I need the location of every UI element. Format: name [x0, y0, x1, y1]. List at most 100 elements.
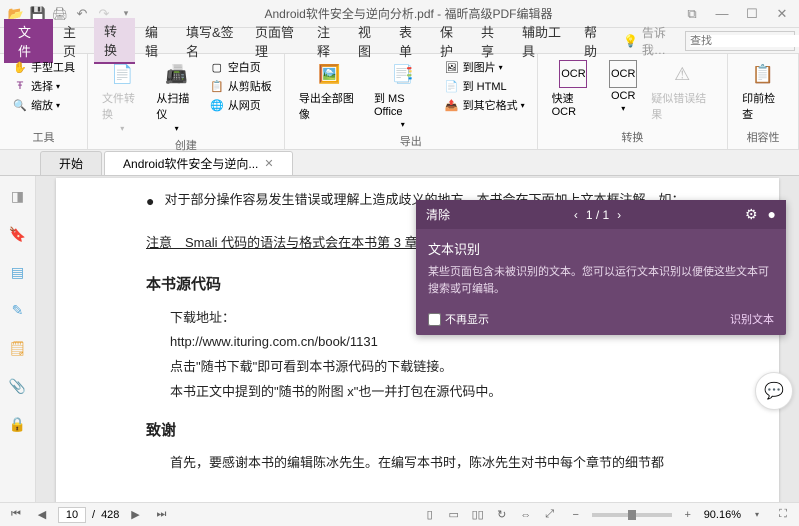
file-convert-icon: 📄 — [108, 60, 136, 88]
close-icon[interactable]: ✕ — [773, 5, 791, 23]
suspect-icon: ⚠ — [668, 60, 696, 88]
ribbon-group-convert: OCR快速OCR OCROCR▾ ⚠疑似错误结果 转换 — [538, 54, 729, 149]
popup-action-link[interactable]: 识别文本 — [730, 311, 774, 327]
group-label-preflight: 相容性 — [736, 127, 790, 145]
ribbon-group-preflight: 📋印前检查 相容性 — [728, 54, 799, 149]
last-page-icon[interactable]: ⏭ — [151, 506, 171, 524]
hand-tool-button[interactable]: ✋手型工具 — [8, 58, 79, 76]
doc-line2: 本书正文中提到的"随书的附图 x"也一并打包在源代码中。 — [146, 380, 719, 405]
popup-dont-show-checkbox[interactable]: 不再显示 — [428, 311, 489, 327]
attachments-icon[interactable]: 📎 — [8, 376, 28, 396]
fit-width-icon[interactable]: ⇔ — [516, 506, 536, 524]
image-icon: 🖼 — [444, 59, 460, 75]
view-mode-icons: ▯ ▭ ▯▯ ↻ ⇔ ⤢ — [420, 506, 560, 524]
to-html-button[interactable]: 📄到 HTML — [440, 77, 529, 95]
suspect-button[interactable]: ⚠疑似错误结果 — [645, 58, 719, 127]
clipboard-icon: 📋 — [209, 78, 225, 94]
from-webpage-button[interactable]: 🌐从网页 — [205, 96, 276, 114]
export-images-icon: 🖼️ — [315, 60, 343, 88]
group-label-export: 导出 — [293, 131, 529, 149]
statusbar: ⏮ ◀ / 428 ▶ ⏭ ▯ ▭ ▯▯ ↻ ⇔ ⤢ − + 90.16% ▾ … — [0, 502, 799, 526]
popup-minimize-icon[interactable]: ● — [768, 206, 776, 223]
chevron-down-icon: ▾ — [56, 101, 60, 110]
thumbnails-icon[interactable]: ▤ — [8, 262, 28, 282]
ms-office-icon: 📑 — [389, 60, 417, 88]
from-clipboard-button[interactable]: 📋从剪贴板 — [205, 77, 276, 95]
popup-prev-icon[interactable]: ‹ — [574, 208, 578, 222]
scanner-icon: 📠 — [163, 60, 191, 88]
next-page-icon[interactable]: ▶ — [125, 506, 145, 524]
group-label-convert: 转换 — [546, 127, 720, 145]
fit-page-icon[interactable]: ⤢ — [540, 506, 560, 524]
ocr-button[interactable]: OCROCR▾ — [603, 58, 643, 127]
search-input[interactable] — [690, 35, 799, 47]
search-box[interactable]: 🔍 — [685, 31, 795, 51]
minimize-icon[interactable]: — — [713, 5, 731, 23]
thanks-text: 首先，要感谢本书的编辑陈冰先生。在编写本书时，陈冰先生对书中每个章节的细节都 — [146, 451, 719, 476]
ribbon-group-export: 🖼️导出全部图像 📑到 MS Office▾ 🖼到图片▾ 📄到 HTML 📤到其… — [285, 54, 538, 149]
popup-clear-button[interactable]: 清除 — [426, 206, 450, 223]
thanks-heading: 致谢 — [146, 417, 719, 446]
preflight-icon: 📋 — [749, 60, 777, 88]
prev-page-icon[interactable]: ◀ — [32, 506, 52, 524]
html-icon: 📄 — [444, 78, 460, 94]
hand-icon: ✋ — [12, 59, 28, 75]
export-all-images-button[interactable]: 🖼️导出全部图像 — [293, 58, 366, 131]
blank-icon: ▢ — [209, 59, 225, 75]
tab-close-icon[interactable]: ✕ — [264, 157, 273, 170]
facing-icon[interactable]: ▯▯ — [468, 506, 488, 524]
zoom-thumb[interactable] — [628, 510, 636, 520]
other-icon: 📤 — [444, 97, 460, 113]
from-scan-button[interactable]: 📠从扫描仪▾ — [150, 58, 202, 135]
maximize-icon[interactable]: ☐ — [743, 5, 761, 23]
popup-title: 文本识别 — [428, 239, 774, 258]
continuous-icon[interactable]: ▭ — [444, 506, 464, 524]
zoom-slider[interactable] — [592, 513, 672, 517]
zoom-dropdown-icon[interactable]: ▾ — [747, 506, 767, 524]
security-icon[interactable]: 🔒 — [8, 414, 28, 434]
assistant-bubble[interactable]: 💬 — [755, 372, 793, 410]
ocr-icon: OCR — [609, 60, 637, 88]
popup-body-text: 某些页面包含未被识别的文本。您可以运行文本识别以便使这些文本可搜索或可编辑。 — [428, 264, 774, 297]
popup-gear-icon[interactable]: ⚙ — [745, 206, 758, 223]
fullscreen-icon[interactable]: ⛶ — [773, 506, 793, 524]
zoom-out-icon[interactable]: − — [566, 506, 586, 524]
reflow-icon[interactable]: ↻ — [492, 506, 512, 524]
fast-ocr-button[interactable]: OCR快速OCR — [546, 58, 602, 127]
to-other-button[interactable]: 📤到其它格式▾ — [440, 96, 529, 114]
ribbon-group-tools: ✋手型工具 Ŧ选择▾ 🔍缩放▾ 工具 — [0, 54, 88, 149]
window-controls: ⧉ — ☐ ✕ — [683, 5, 791, 23]
blank-page-button[interactable]: ▢空白页 — [205, 58, 276, 76]
sidebar-size-icon[interactable]: ◨ — [8, 186, 28, 206]
popup-header: 清除 ‹ 1 / 1 › ⚙ ● — [416, 200, 786, 229]
menubar: 文件 主页 转换 编辑 填写&签名 页面管理 注释 视图 表单 保护 共享 辅助… — [0, 28, 799, 54]
single-page-icon[interactable]: ▯ — [420, 506, 440, 524]
chevron-down-icon: ▾ — [56, 82, 60, 91]
ribbon: ✋手型工具 Ŧ选择▾ 🔍缩放▾ 工具 📄文件转换▾ 📠从扫描仪▾ ▢空白页 📋从… — [0, 54, 799, 150]
dont-show-checkbox[interactable] — [428, 313, 441, 326]
chat-icon: 💬 — [764, 381, 784, 401]
page-total: 428 — [101, 509, 119, 521]
tab-start[interactable]: 开始 — [40, 151, 102, 175]
zoom-tool-button[interactable]: 🔍缩放▾ — [8, 96, 79, 114]
sidebar: ◨ 🔖 ▤ ✎ 🗒 📎 🔒 — [0, 176, 36, 502]
ribbon-toggle-icon[interactable]: ⧉ — [683, 5, 701, 23]
group-label-tools: 工具 — [8, 127, 79, 145]
preflight-button[interactable]: 📋印前检查 — [736, 58, 790, 127]
first-page-icon[interactable]: ⏮ — [6, 506, 26, 524]
zoom-in-icon[interactable]: + — [678, 506, 698, 524]
bookmark-icon[interactable]: 🔖 — [8, 224, 28, 244]
comments-icon[interactable]: 🗒 — [8, 338, 28, 358]
tab-document[interactable]: Android软件安全与逆向...✕ — [104, 151, 293, 175]
ocr-popup: 清除 ‹ 1 / 1 › ⚙ ● 文本识别 某些页面包含未被识别的文本。您可以运… — [416, 200, 786, 335]
page-number-input[interactable] — [58, 507, 86, 523]
tell-me-field[interactable]: 💡告诉我… — [615, 24, 685, 58]
signatures-icon[interactable]: ✎ — [8, 300, 28, 320]
ribbon-group-create: 📄文件转换▾ 📠从扫描仪▾ ▢空白页 📋从剪贴板 🌐从网页 创建 — [88, 54, 285, 149]
to-image-button[interactable]: 🖼到图片▾ — [440, 58, 529, 76]
select-tool-button[interactable]: Ŧ选择▾ — [8, 77, 79, 95]
file-convert-button[interactable]: 📄文件转换▾ — [96, 58, 148, 135]
popup-next-icon[interactable]: › — [617, 208, 621, 222]
bulb-icon: 💡 — [623, 34, 638, 48]
to-ms-office-button[interactable]: 📑到 MS Office▾ — [368, 58, 438, 131]
